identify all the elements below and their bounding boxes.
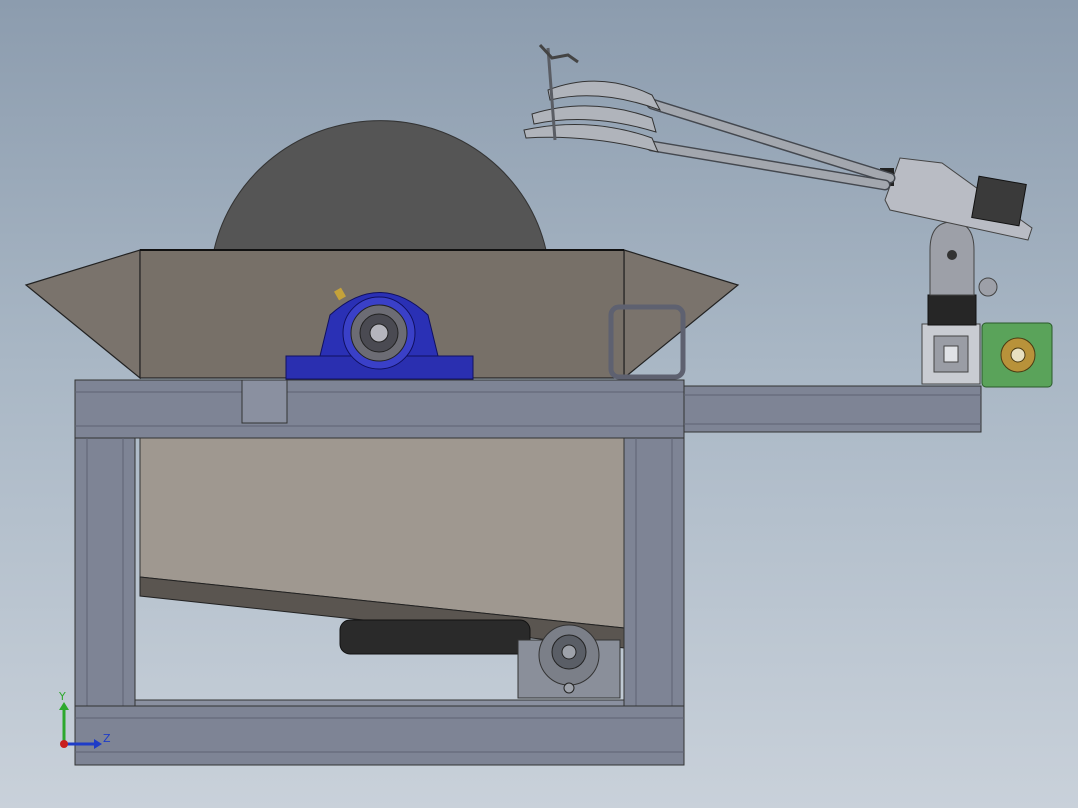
x-axis-dot [60, 740, 68, 748]
triad-z-label: Z [103, 732, 111, 745]
frame-right-post[interactable] [623, 437, 685, 707]
frame-top-rail[interactable] [74, 379, 685, 439]
triad-y-label: Y [59, 690, 66, 703]
drive-motor[interactable] [339, 619, 531, 655]
cad-viewport[interactable]: Y Z [0, 0, 1078, 808]
robot-arm-rods[interactable] [646, 98, 896, 191]
robot-arm-base[interactable] [927, 221, 998, 326]
assembly-side-view[interactable] [0, 0, 1078, 808]
aluminium-profile[interactable] [921, 323, 981, 385]
motor-mount-plate[interactable] [981, 322, 1053, 388]
gripper-fingers[interactable] [523, 43, 662, 153]
frame-left-post[interactable] [74, 437, 136, 707]
circular-saw-blade[interactable] [213, 120, 547, 251]
frame-bottom-rail[interactable] [74, 699, 685, 766]
extension-rail[interactable] [683, 385, 982, 433]
